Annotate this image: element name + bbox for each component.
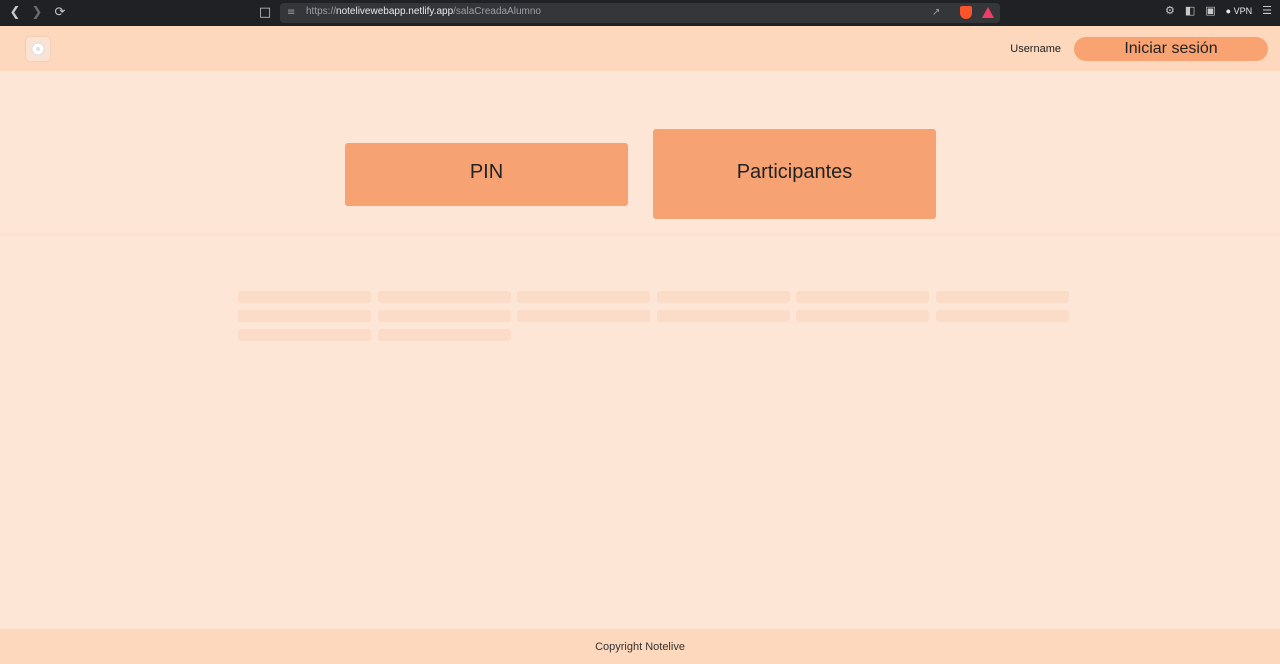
- skeleton-item: [517, 291, 651, 303]
- skeleton-item: [238, 291, 371, 303]
- skeleton-item: [796, 310, 930, 322]
- login-button[interactable]: Iniciar sesión: [1074, 37, 1268, 61]
- copyright-text: Copyright Notelive: [595, 641, 685, 653]
- reload-icon[interactable]: ⟳: [51, 4, 69, 22]
- skeleton-item: [238, 310, 371, 322]
- skeleton-item: [656, 310, 790, 322]
- bookmark-icon[interactable]: □: [256, 4, 274, 22]
- username-label: Username: [1010, 43, 1061, 55]
- browser-right-tools: ⚙ ◧ ▣ ● VPN ☰: [1165, 4, 1272, 17]
- skeleton-item: [377, 329, 511, 341]
- extensions-icon[interactable]: ⚙: [1165, 4, 1175, 17]
- skeleton-item: [656, 291, 790, 303]
- browser-toolbar: ❮ ❯ ⟳ □ ≡ https://notelivewebapp.netlify…: [0, 0, 1280, 26]
- loading-skeleton: [238, 291, 1070, 341]
- forward-icon[interactable]: ❯: [28, 4, 46, 22]
- skeleton-item: [238, 329, 371, 341]
- share-icon[interactable]: ↗: [932, 6, 940, 20]
- brave-rewards-icon[interactable]: [982, 7, 994, 18]
- skeleton-item: [935, 291, 1069, 303]
- menu-icon[interactable]: ☰: [1262, 4, 1272, 17]
- address-bar[interactable]: ≡ https://notelivewebapp.netlify.app/sal…: [280, 3, 1000, 23]
- skeleton-item: [517, 310, 651, 322]
- url-text: https://notelivewebapp.netlify.app/salaC…: [306, 6, 541, 17]
- skeleton-item: [796, 291, 930, 303]
- vpn-button[interactable]: ● VPN: [1226, 6, 1252, 16]
- skeleton-item: [377, 310, 511, 322]
- wallet-icon[interactable]: ▣: [1205, 4, 1215, 17]
- footer: Copyright Notelive: [0, 629, 1280, 664]
- site-settings-icon[interactable]: ≡: [287, 6, 295, 20]
- skeleton-item: [377, 291, 511, 303]
- back-icon[interactable]: ❮: [6, 4, 24, 22]
- section-divider: [0, 233, 1280, 236]
- skeleton-item: [935, 310, 1069, 322]
- sidebar-icon[interactable]: ◧: [1185, 4, 1195, 17]
- notelive-logo[interactable]: [26, 37, 50, 61]
- app-header: Username Iniciar sesión: [0, 26, 1280, 71]
- pin-button[interactable]: PIN: [345, 143, 628, 206]
- brave-shields-icon[interactable]: [960, 6, 972, 19]
- participants-button[interactable]: Participantes: [653, 129, 936, 219]
